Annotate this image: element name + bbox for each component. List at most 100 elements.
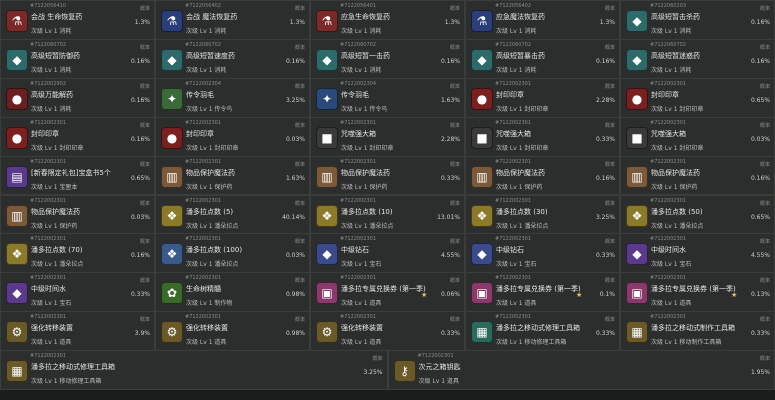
item-cell[interactable]: ▦ #7122002301 潘多拉之移动式修理工具箱 次级 Lv 1 移动修理工具箱 概…: [0, 350, 388, 390]
item-cell[interactable]: ▥ #7122002301 物品保护魔法药 次级 Lv 1 保护药 概率 0.16%: [465, 155, 620, 196]
item-id: #7122002301: [185, 197, 222, 204]
item-cell[interactable]: ⚗#7122056410会战 生命恢复药次级 Lv 1 消耗概率1.3%技能：点…: [0, 0, 155, 40]
item-cell[interactable]: ● #7122002301 封印印章 次级 Lv 1 封印印章 概率 0.16%: [0, 116, 155, 157]
item-cell[interactable]: ❖ #7122002301 潘多拉点数 (70) 次级 Lv 1 潘朵拉点 概率 0.16…: [0, 233, 155, 274]
flask-blue-icon: ⚗: [161, 10, 183, 32]
item-cell[interactable]: ⚗#7122056402应急魔法恢复药次级 Lv 1 消耗概率1.3%技能：点燃…: [465, 0, 620, 40]
item-id: #7122002301: [650, 119, 687, 126]
item-id: #7122056402: [495, 3, 532, 9]
item-cell[interactable]: ◆ #7122002301 中级时间水 次级 Lv 1 宝石 概率 0.33%: [0, 272, 155, 313]
item-cell[interactable]: ▣ #7122002301 潘多拉专属兑换券 (第一季) 次级 Lv 1 道具 概率 0.…: [620, 272, 775, 313]
item-probability: 0.16%: [750, 19, 770, 26]
item-name: 生命树精髓: [186, 285, 221, 294]
item-name: 传令羽毛: [186, 90, 214, 99]
gem-purple-icon: ◆: [6, 282, 28, 305]
item-cell[interactable]: ⚗#7122056401应急生命恢复药次级 Lv 1 消耗概率1.3%技能：点燃…: [310, 0, 465, 40]
item-id: #7122060702: [340, 41, 377, 48]
item-name: 强化转移装置: [341, 324, 383, 333]
probability-label: 概率: [759, 239, 770, 246]
item-cell[interactable]: ◆#7122060203高级短暂击杀药次级 Lv 1 消耗概率0.16%技能：攻…: [620, 0, 775, 40]
item-id: #7122002301: [340, 119, 377, 126]
leaf-gold-icon: ❖: [471, 204, 493, 227]
item-name: 封印印章: [651, 90, 679, 99]
item-cell[interactable]: ✦ #7122002304 传令羽毛 次级 Lv 1 传令鸟 概率 3.25%: [155, 77, 310, 118]
item-id: #7122002301: [30, 314, 67, 321]
item-id: #7122002301: [650, 236, 687, 243]
item-cell[interactable]: ▣ #7122002301 潘多拉专属兑换券 (第一季) 次级 Lv 1 道具 概率 0.…: [310, 272, 465, 313]
item-cell[interactable]: ◆#7122060702高级短暂暴击药次级 Lv 1 消耗概率0.16%技能：暴…: [465, 38, 620, 79]
item-cell[interactable]: ⚙ #7122002301 强化转移装置 次级 Lv 1 道具 概率 3.9%: [0, 311, 155, 352]
seal-red-icon: ●: [471, 87, 493, 110]
probability-label: 概率: [294, 317, 305, 324]
item-probability: 0.03%: [130, 213, 150, 221]
bottle-teal-icon: ◆: [161, 48, 183, 71]
item-cell[interactable]: ❖ #7122002301 潘多拉点数 (5) 次级 Lv 1 潘朵拉点 概率 40.14…: [155, 194, 310, 235]
item-cell[interactable]: ❖ #7122002301 潘多拉点数 (10) 次级 Lv 1 潘朵拉点 概率 13.0…: [310, 194, 465, 235]
item-cell[interactable]: ❖ #7122002301 潘多拉点数 (100) 次级 Lv 1 潘朵拉点 概率 0.0…: [155, 233, 310, 274]
item-tier: 次级 Lv 1 封印印章: [186, 144, 239, 152]
item-cell[interactable]: ▦ #7122002301 潘多拉之移动式制作工具箱 次级 Lv 1 移动制作工具箱 概…: [620, 311, 775, 352]
item-probability: 3.9%: [134, 330, 150, 338]
item-cell[interactable]: ▥ #7122002301 物品保护魔法药 次级 Lv 1 保护药 概率 0.33%: [310, 155, 465, 196]
item-cell[interactable]: ✦ #7122002304 传令羽毛 次级 Lv 1 传令鸟 概率 1.63%: [310, 77, 465, 118]
item-cell[interactable]: ❖ #7122002301 潘多拉点数 (50) 次级 Lv 1 潘朵拉点 概率 0.65…: [620, 194, 775, 235]
item-id: #7122056402: [185, 3, 222, 9]
item-probability: 0.33%: [440, 330, 460, 338]
item-cell[interactable]: ◆#7122060702高级短暂一击药次级 Lv 1 消耗概率0.16%技能：致…: [310, 38, 465, 79]
item-cell[interactable]: ▥ #7122002301 物品保护魔法药 次级 Lv 1 保护药 概率 0.16%: [620, 155, 775, 196]
item-cell[interactable]: ⚙ #7122002301 强化转移装置 次级 Lv 1 道具 概率 0.33%: [310, 311, 465, 352]
item-tier: 次级 Lv 1 潘朵拉点: [651, 222, 704, 230]
item-cell[interactable]: ▣ #7122002301 潘多拉专属兑换券 (第一季) 次级 Lv 1 道具 概率 0.…: [465, 272, 620, 313]
item-name: 中级钻石: [496, 246, 524, 255]
item-cell[interactable]: ◆#7122060702高级短暂速度药次级 Lv 1 消耗概率0.16%技能：移…: [155, 38, 310, 79]
item-cell[interactable]: ▥ #7122002301 物品保护魔法药 次级 Lv 1 保护药 概率 1.63%: [155, 155, 310, 196]
probability-label: 概率: [449, 317, 460, 324]
item-name: 潘多拉专属兑换券 (第一季): [341, 285, 426, 294]
probability-label: 概率: [294, 161, 305, 168]
item-probability: 0.33%: [595, 330, 615, 338]
item-name: 中级钻石: [341, 246, 369, 255]
item-cell[interactable]: ■ #7122002301 咒噬强大箱 次级 Lv 1 封印印章 概率 2.28%: [310, 116, 465, 157]
item-probability: 0.33%: [595, 252, 615, 260]
item-name: 高级短暂速度药: [186, 51, 235, 60]
item-tier: 次级 Lv 1 封印印章: [651, 105, 704, 113]
probability-label: 概率: [372, 356, 383, 363]
item-cell[interactable]: ● #7122002301 封印印章 次级 Lv 1 封印印章 概率 2.28%: [465, 77, 620, 118]
item-cell[interactable]: ●#7122002902高级万能解药次级 Lv 1 消耗概率0.16%技能：高级…: [0, 77, 155, 118]
bottle-teal-icon: ◆: [626, 10, 648, 32]
item-cell[interactable]: ■ #7122002301 咒噬强大箱 次级 Lv 1 封印印章 概率 0.33%: [465, 116, 620, 157]
probability-label: 概率: [294, 278, 305, 285]
item-cell[interactable]: ⚗#7122056402会战 魔法恢复药次级 Lv 1 消耗概率1.3%技能：点…: [155, 0, 310, 40]
key-gold-icon: ⚷: [393, 360, 416, 383]
item-cell[interactable]: ▥ #7122002301 物品保护魔法药 次级 Lv 1 保护药 概率 0.03%: [0, 194, 155, 235]
item-cell[interactable]: ⚙ #7122002301 强化转移装置 次级 Lv 1 道具 概率 0.98%: [155, 311, 310, 352]
item-probability: 0.16%: [595, 174, 615, 182]
item-probability: 0.33%: [750, 330, 770, 338]
item-cell[interactable]: ■ #7122002301 咒噬强大箱 次级 Lv 1 封印印章 概率 0.03%: [620, 116, 775, 157]
item-cell[interactable]: ⚷ #7122002301 次元之箱钥匙 次级 Lv 1 道具 概率 1.95%: [387, 350, 775, 390]
item-name: 潘多拉点数 (5): [186, 207, 234, 216]
ticket-pink-icon: ▣: [316, 282, 338, 305]
item-probability: 3.25%: [285, 96, 305, 104]
item-cell[interactable]: ❖ #7122002301 潘多拉点数 (30) 次级 Lv 1 潘朵拉点 概率 3.25…: [465, 194, 620, 235]
item-probability: 3.25%: [595, 213, 615, 221]
scroll-icon: ▥: [471, 165, 493, 188]
item-cell[interactable]: ◆ #7122002301 中级钻石 次级 Lv 1 宝石 概率 0.33%: [465, 233, 620, 274]
item-cell[interactable]: ▦ #7122002301 潘多拉之移动式修理工具箱 次级 Lv 1 移动修理工具箱 概…: [465, 311, 620, 352]
item-cell[interactable]: ◆#7122060702高级短暂迷惑药次级 Lv 1 消耗概率0.16%技能：迷…: [620, 38, 775, 79]
item-cell[interactable]: ▤ #7122002301 [新春限定礼包]宝盒书5个 次级 Lv 1 宝匣本 概率 0.…: [0, 155, 155, 196]
item-cell[interactable]: ◆ #7122002301 中级钻石 次级 Lv 1 宝石 概率 4.55%: [310, 233, 465, 274]
item-probability: 0.16%: [130, 252, 150, 260]
item-probability: 0.03%: [285, 252, 305, 260]
probability-label: 概率: [139, 122, 150, 129]
item-cell[interactable]: ◆ #7122002301 中级时间水 次级 Lv 1 宝石 概率 4.55%: [620, 233, 775, 274]
item-cell[interactable]: ✿ #7122002301 生命树精髓 次级 Lv 1 制作物 概率 0.98%: [155, 272, 310, 313]
item-cell[interactable]: ● #7122002301 封印印章 次级 Lv 1 封印印章 概率 0.65%: [620, 77, 775, 118]
probability-label: 概率: [759, 356, 770, 363]
item-id: #7122002301: [495, 80, 532, 87]
item-cell[interactable]: ● #7122002301 封印印章 次级 Lv 1 封印印章 概率 0.03%: [155, 116, 310, 157]
item-tier: 次级 Lv 1 保护药: [496, 183, 543, 191]
item-cell[interactable]: ◆#7122060702高级短暂防御药次级 Lv 1 消耗概率0.16%技能：防…: [0, 38, 155, 79]
item-tier: 次级 Lv 1 潘朵拉点: [31, 261, 84, 269]
item-probability: 0.33%: [595, 135, 615, 143]
